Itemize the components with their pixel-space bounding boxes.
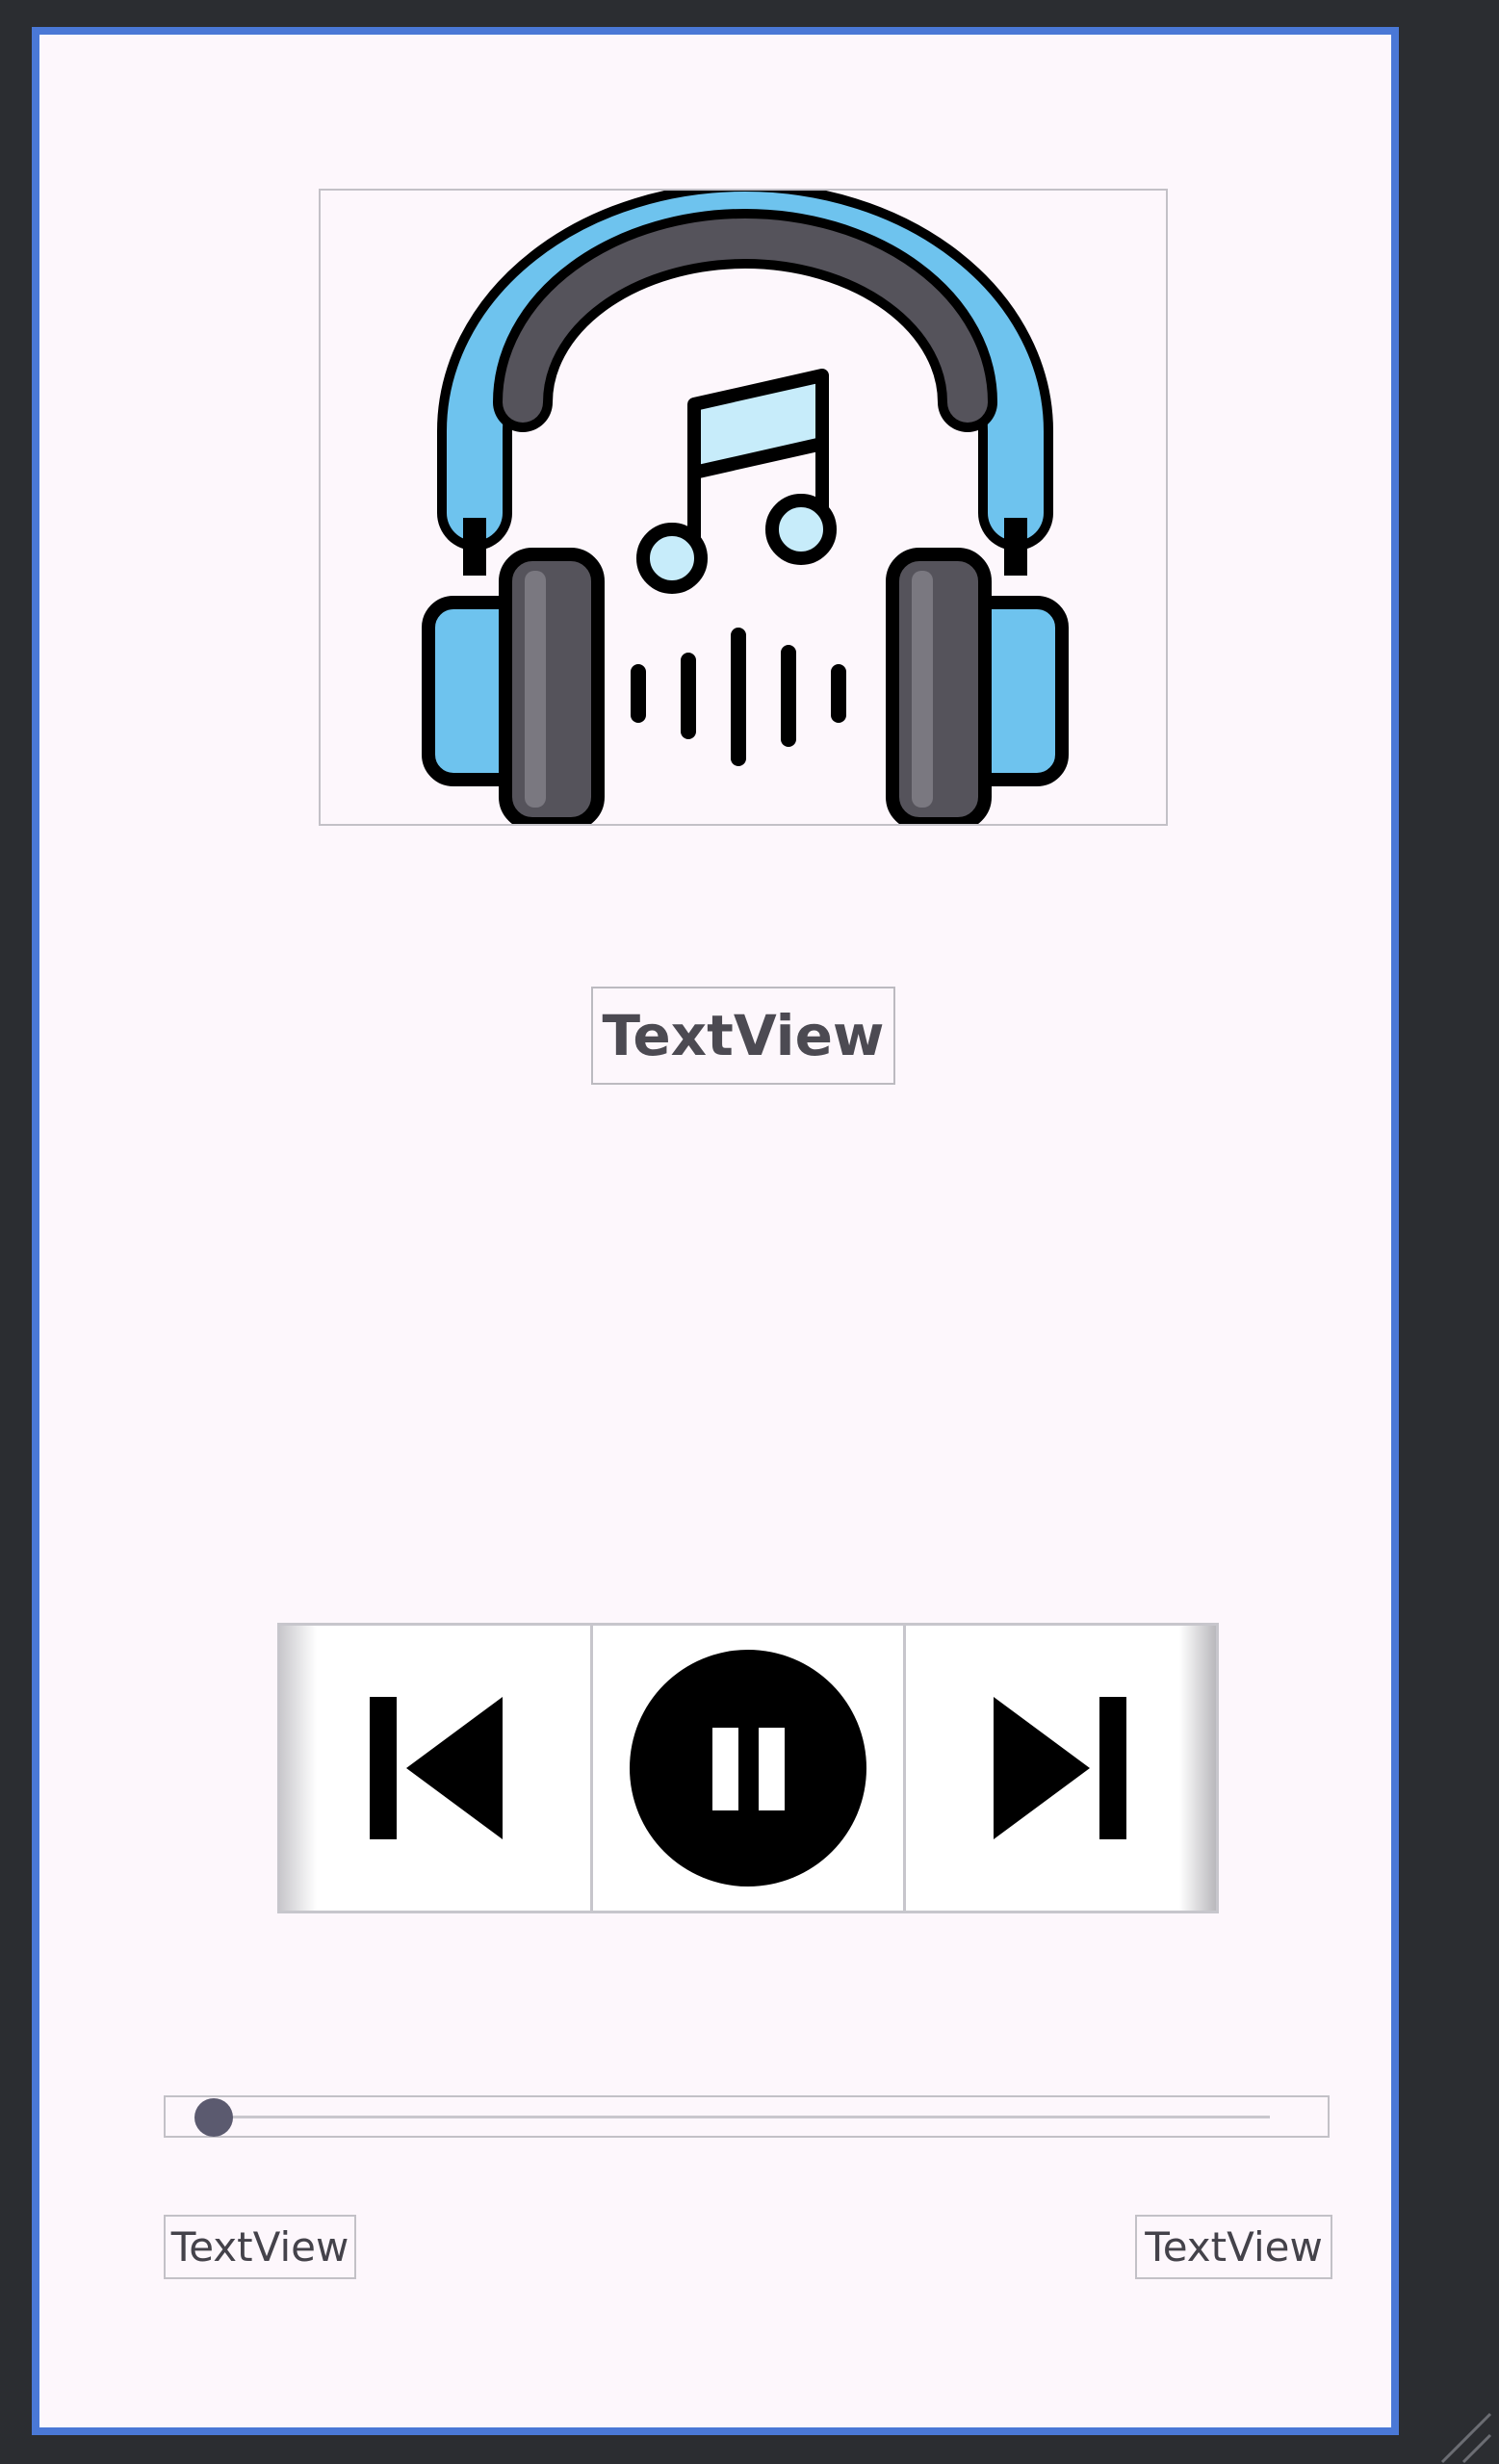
total-time-text: TextView [1135, 2215, 1332, 2279]
seek-thumb[interactable] [194, 2098, 233, 2137]
skip-previous-icon [370, 1697, 503, 1839]
phone-screen-preview: TextView TextView TextView [32, 27, 1399, 2435]
headphones-music-icon [422, 191, 1069, 824]
pause-circle-icon [630, 1650, 866, 1886]
layout-editor-canvas: TextView TextView TextView [0, 0, 1499, 2464]
resize-handle-icon[interactable] [1434, 2406, 1492, 2464]
song-title-text: TextView [591, 987, 895, 1085]
next-button[interactable] [906, 1626, 1216, 1911]
previous-button[interactable] [280, 1626, 593, 1911]
seek-track [214, 2116, 1270, 2118]
seek-bar[interactable] [164, 2095, 1330, 2138]
album-art-image [319, 189, 1168, 826]
skip-next-icon [994, 1697, 1126, 1839]
play-pause-button[interactable] [593, 1626, 906, 1911]
playback-controls [277, 1623, 1219, 1913]
current-time-text: TextView [164, 2215, 356, 2279]
